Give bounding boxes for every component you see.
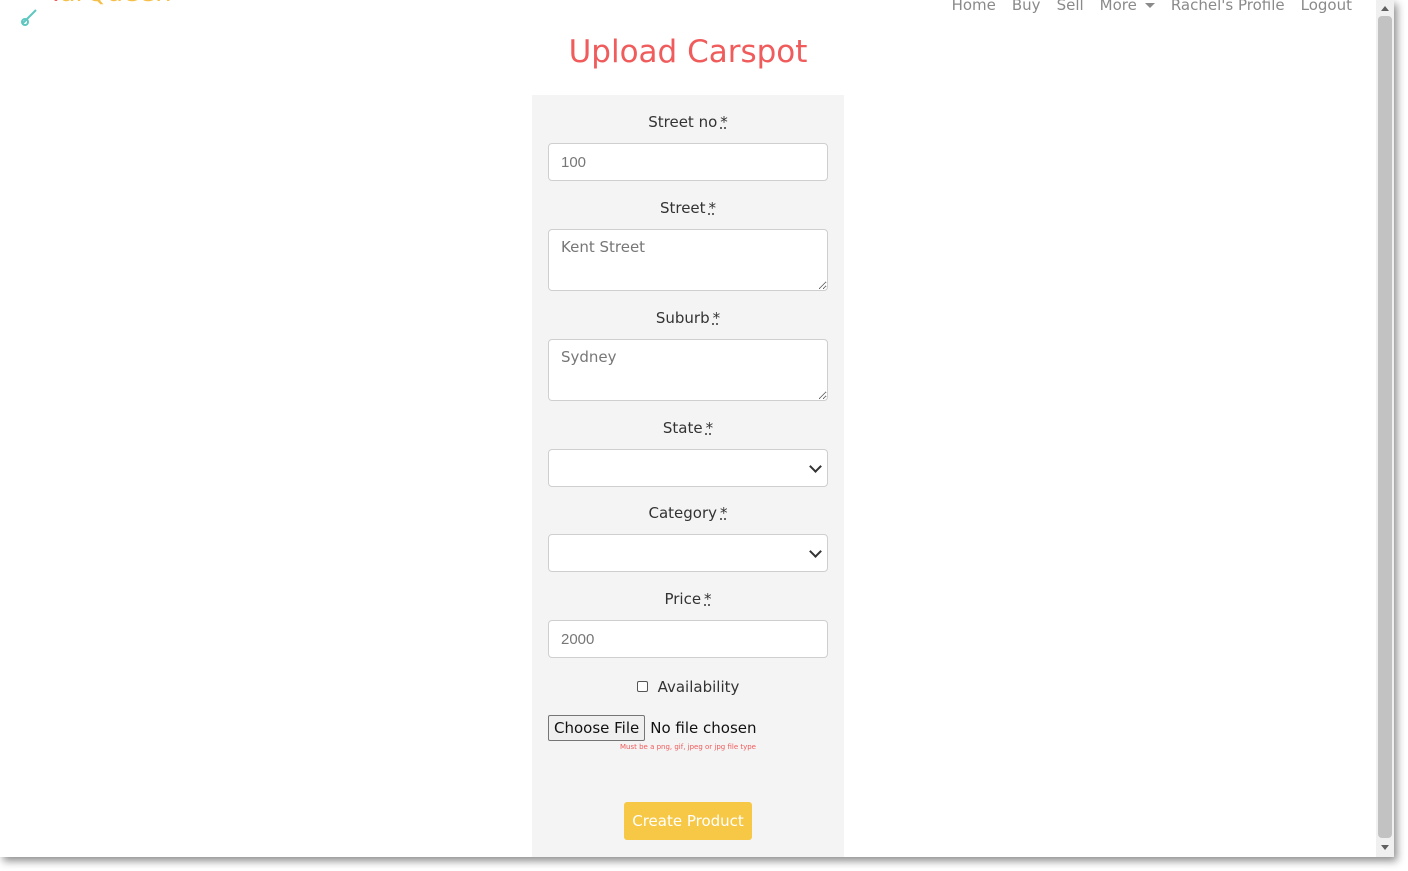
vertical-scrollbar[interactable]: [1376, 0, 1394, 857]
nav-profile[interactable]: Rachel's Profile: [1171, 0, 1285, 14]
required-mark: *: [705, 419, 714, 437]
suburb-label: Suburb *: [655, 309, 721, 327]
create-product-button[interactable]: Create Product: [624, 802, 752, 840]
state-select-wrap: [548, 449, 828, 487]
street-no-input[interactable]: [548, 143, 828, 181]
price-label: Price *: [664, 590, 712, 608]
price-input[interactable]: [548, 620, 828, 658]
nav-logout[interactable]: Logout: [1301, 0, 1352, 14]
file-upload: Choose File No file chosen: [548, 715, 757, 741]
street-input[interactable]: [548, 229, 828, 291]
category-select-wrap: [548, 534, 828, 572]
state-select[interactable]: [548, 449, 828, 487]
file-status: No file chosen: [650, 719, 757, 737]
upload-form: Street no* Street* Suburb* State* Catego…: [532, 95, 844, 857]
street-label: Street *: [659, 199, 717, 217]
category-label: Category *: [648, 504, 728, 522]
required-mark: *: [720, 504, 728, 522]
choose-file-button[interactable]: Choose File: [548, 715, 646, 741]
scroll-up-arrow-icon[interactable]: [1381, 6, 1389, 11]
caret-down-icon: [1144, 3, 1155, 8]
required-mark: *: [704, 590, 712, 608]
scroll-down-arrow-icon[interactable]: [1381, 845, 1389, 850]
logo-text: TarQueen: [48, 0, 172, 8]
category-select[interactable]: [548, 534, 828, 572]
browser-window: TarQueen Home Buy Sell More Rachel's Pro…: [0, 0, 1394, 857]
nav-more-dropdown[interactable]: More: [1100, 0, 1155, 14]
file-type-hint: Must be a png, gif, jpeg or jpg file typ…: [620, 743, 756, 751]
availability-label: Availability: [657, 678, 740, 696]
suburb-input[interactable]: [548, 339, 828, 401]
nav-home[interactable]: Home: [952, 0, 996, 14]
navbar: TarQueen Home Buy Sell More Rachel's Pro…: [0, 0, 1376, 26]
availability-row: Availability: [532, 678, 844, 696]
nav-sell[interactable]: Sell: [1057, 0, 1084, 14]
scroll-thumb[interactable]: [1378, 16, 1392, 838]
nav-buy[interactable]: Buy: [1012, 0, 1041, 14]
required-mark: *: [720, 113, 728, 131]
state-label: State *: [662, 419, 714, 437]
page-title: Upload Carspot: [568, 34, 808, 70]
required-mark: *: [708, 199, 717, 217]
nav-more-label: More: [1099, 0, 1137, 14]
logo[interactable]: TarQueen: [18, 0, 178, 26]
required-mark: *: [712, 309, 721, 327]
nav-links: Home Buy Sell More Rachel's Profile Logo…: [952, 0, 1352, 14]
availability-checkbox[interactable]: [636, 681, 648, 692]
street-no-label: Street no *: [648, 113, 728, 131]
